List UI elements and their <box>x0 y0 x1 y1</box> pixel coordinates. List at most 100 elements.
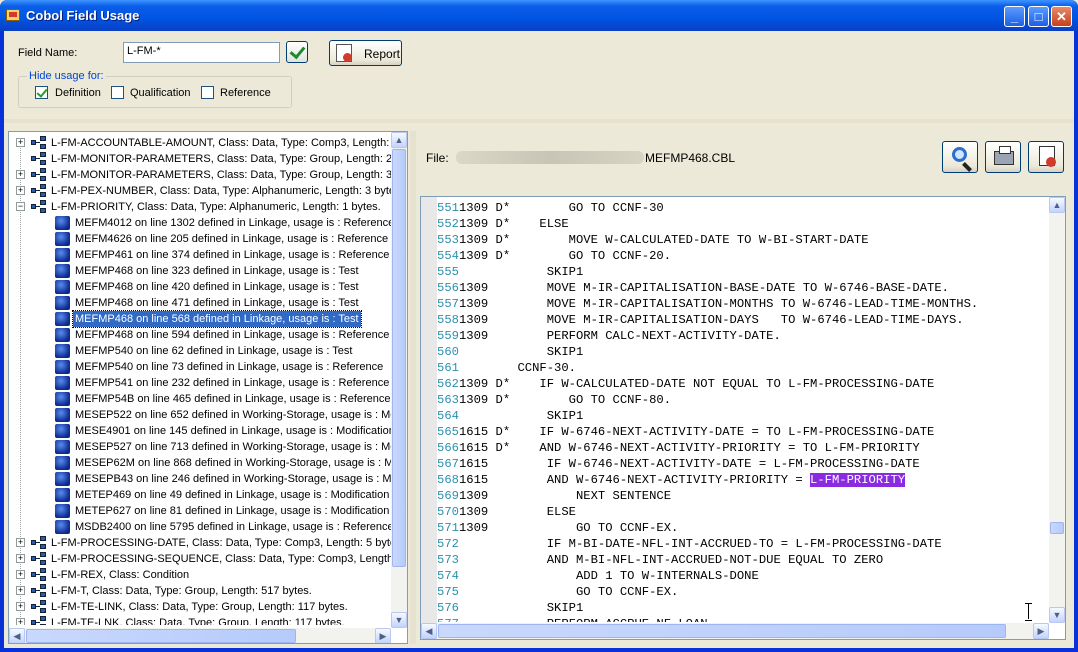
reference-checkbox[interactable] <box>201 86 214 99</box>
tree-usage-node[interactable]: MEFMP468 on line 568 defined in Linkage,… <box>9 310 397 328</box>
tree-vscroll-thumb[interactable] <box>392 149 406 567</box>
tree-hscroll-thumb[interactable] <box>26 629 296 643</box>
close-button[interactable]: ✕ <box>1051 6 1072 27</box>
expand-icon[interactable]: + <box>16 602 25 611</box>
line-text: 1309 PERFORM CALC-NEXT-ACTIVITY-DATE. <box>458 329 781 343</box>
usage-node-icon <box>55 424 70 438</box>
report-icon <box>336 44 352 62</box>
usage-node-icon <box>55 216 70 230</box>
expand-icon[interactable]: + <box>16 170 25 179</box>
apply-check-button[interactable] <box>286 41 308 63</box>
horizontal-splitter[interactable] <box>4 119 1074 123</box>
title-bar[interactable]: Cobol Field Usage _ □ ✕ <box>0 0 1078 31</box>
line-number: 568 <box>437 473 459 487</box>
field-node-icon <box>31 552 47 566</box>
tree-node-label: L-FM-PRIORITY, Class: Data, Type: Alphan… <box>51 201 381 213</box>
expand-icon[interactable]: + <box>16 554 25 563</box>
tree-usage-node[interactable]: MESEP522 on line 652 defined in Working-… <box>9 407 397 423</box>
code-scroll-up-icon[interactable]: ▲ <box>1049 197 1065 213</box>
tree-usage-node[interactable]: MEFMP468 on line 471 defined in Linkage,… <box>9 295 397 311</box>
line-number: 563 <box>437 393 459 407</box>
tree-field-node[interactable]: L-FM-MONITOR-PARAMETERS, Class: Data, Ty… <box>9 151 397 167</box>
minimize-button[interactable]: _ <box>1004 6 1025 27</box>
tree-usage-node[interactable]: MEFMP540 on line 62 defined in Linkage, … <box>9 343 397 359</box>
tree-usage-node[interactable]: MESEPB43 on line 246 defined in Working-… <box>9 471 397 487</box>
line-number: 573 <box>437 553 459 567</box>
expand-icon[interactable]: + <box>16 586 25 595</box>
tree-field-node[interactable]: + L-FM-ACCOUNTABLE-AMOUNT, Class: Data, T… <box>9 135 397 151</box>
expand-icon[interactable]: + <box>16 138 25 147</box>
scroll-up-icon[interactable]: ▲ <box>391 132 407 148</box>
code-line: 5711309 GO TO CCNF-EX. <box>437 520 1049 536</box>
tree-usage-node[interactable]: MESEP62M on line 868 defined in Working-… <box>9 455 397 471</box>
tree-field-node[interactable]: + L-FM-REX, Class: Condition <box>9 567 397 583</box>
tree-field-node[interactable]: + L-FM-TE-LNK, Class: Data, Type: Group, … <box>9 615 397 625</box>
tree-usage-node[interactable]: METEP469 on line 49 defined in Linkage, … <box>9 487 397 503</box>
tree-usage-node[interactable]: MSDB2400 on line 5795 defined in Linkage… <box>9 519 397 535</box>
usage-node-icon <box>55 520 70 534</box>
code-vscroll[interactable]: ▲ ▼ <box>1049 197 1065 623</box>
vertical-splitter[interactable] <box>410 131 416 644</box>
expand-icon[interactable]: + <box>16 570 25 579</box>
code-line: 5651615 D* IF W-6746-NEXT-ACTIVITY-DATE … <box>437 424 1049 440</box>
field-node-icon <box>31 152 47 166</box>
highlighted-field[interactable]: L-FM-PRIORITY <box>810 473 906 487</box>
tree-usage-node[interactable]: MEFMP540 on line 73 defined in Linkage, … <box>9 359 397 375</box>
tree-node-label: MEFMP468 on line 594 defined in Linkage,… <box>75 329 390 341</box>
field-node-icon <box>31 600 47 614</box>
code-scroll-down-icon[interactable]: ▼ <box>1049 607 1065 623</box>
tree-usage-node[interactable]: MEFMP541 on line 232 defined in Linkage,… <box>9 375 397 391</box>
qualification-checkbox[interactable] <box>111 86 124 99</box>
report-button[interactable]: Report <box>329 40 402 66</box>
code-vscroll-thumb[interactable] <box>1050 522 1064 534</box>
tree-usage-node[interactable]: MEFMP468 on line 323 defined in Linkage,… <box>9 263 397 279</box>
find-button[interactable] <box>942 141 978 173</box>
tree-field-node[interactable]: + L-FM-T, Class: Data, Type: Group, Lengt… <box>9 583 397 599</box>
usage-tree[interactable]: + L-FM-ACCOUNTABLE-AMOUNT, Class: Data, T… <box>8 131 408 644</box>
tree-field-node[interactable]: + L-FM-TE-LINK, Class: Data, Type: Group,… <box>9 599 397 615</box>
scroll-left-icon[interactable]: ◀ <box>9 628 25 643</box>
tree-field-node[interactable]: + L-FM-PROCESSING-DATE, Class: Data, Type… <box>9 535 397 551</box>
line-number: 556 <box>437 281 459 295</box>
expand-icon[interactable]: + <box>16 538 25 547</box>
line-number: 554 <box>437 249 459 263</box>
usage-node-icon <box>55 280 70 294</box>
print-button[interactable] <box>985 141 1021 173</box>
scroll-down-icon[interactable]: ▼ <box>391 612 407 628</box>
collapse-icon[interactable]: − <box>16 202 25 211</box>
expand-icon[interactable]: + <box>16 186 25 195</box>
code-line: 576 SKIP1 <box>437 600 1049 616</box>
tree-usage-node[interactable]: MESEP527 on line 713 defined in Working-… <box>9 439 397 455</box>
code-hscroll-thumb[interactable] <box>438 624 1006 638</box>
tree-field-node[interactable]: + L-FM-PROCESSING-SEQUENCE, Class: Data, … <box>9 551 397 567</box>
tree-usage-node[interactable]: MEFMP468 on line 594 defined in Linkage,… <box>9 327 397 343</box>
scroll-right-icon[interactable]: ▶ <box>375 628 391 643</box>
line-number: 551 <box>437 201 459 215</box>
field-name-input[interactable]: L-FM-* <box>123 42 280 63</box>
tree-field-node[interactable]: − L-FM-PRIORITY, Class: Data, Type: Alpha… <box>9 199 397 215</box>
tree-usage-node[interactable]: METEP627 on line 81 defined in Linkage, … <box>9 503 397 519</box>
code-hscroll[interactable]: ◀ ▶ <box>421 623 1049 639</box>
tree-vscroll[interactable]: ▲ ▼ <box>391 132 407 628</box>
line-text: SKIP1 <box>458 601 584 615</box>
code-scroll-left-icon[interactable]: ◀ <box>421 623 437 639</box>
tree-hscroll[interactable]: ◀ ▶ <box>9 628 391 643</box>
tree-field-node[interactable]: + L-FM-PEX-NUMBER, Class: Data, Type: Alp… <box>9 183 397 199</box>
usage-node-icon <box>55 472 70 486</box>
client-area: Field Name: L-FM-* Report Hide usage for… <box>4 31 1074 648</box>
expand-icon[interactable]: + <box>16 618 25 625</box>
tree-usage-node[interactable]: MEFMP54B on line 465 defined in Linkage,… <box>9 391 397 407</box>
tree-field-node[interactable]: + L-FM-MONITOR-PARAMETERS, Class: Data, T… <box>9 167 397 183</box>
tree-usage-node[interactable]: MEFMP468 on line 420 defined in Linkage,… <box>9 279 397 295</box>
source-code-view[interactable]: 5511309 D* GO TO CCNF-30 5521309 D* ELSE 5… <box>420 196 1066 640</box>
maximize-button[interactable]: □ <box>1028 6 1049 27</box>
code-scroll-right-icon[interactable]: ▶ <box>1033 623 1049 639</box>
definition-checkbox[interactable] <box>35 86 48 99</box>
tree-usage-node[interactable]: MEFM4626 on line 205 defined in Linkage,… <box>9 231 397 247</box>
tree-node-label: MEFMP468 on line 420 defined in Linkage,… <box>75 281 359 293</box>
print-preview-button[interactable] <box>1028 141 1064 173</box>
usage-node-icon <box>55 360 70 374</box>
tree-usage-node[interactable]: MESE4901 on line 145 defined in Linkage,… <box>9 423 397 439</box>
tree-usage-node[interactable]: MEFMP461 on line 374 defined in Linkage,… <box>9 247 397 263</box>
tree-usage-node[interactable]: MEFM4012 on line 1302 defined in Linkage… <box>9 215 397 231</box>
